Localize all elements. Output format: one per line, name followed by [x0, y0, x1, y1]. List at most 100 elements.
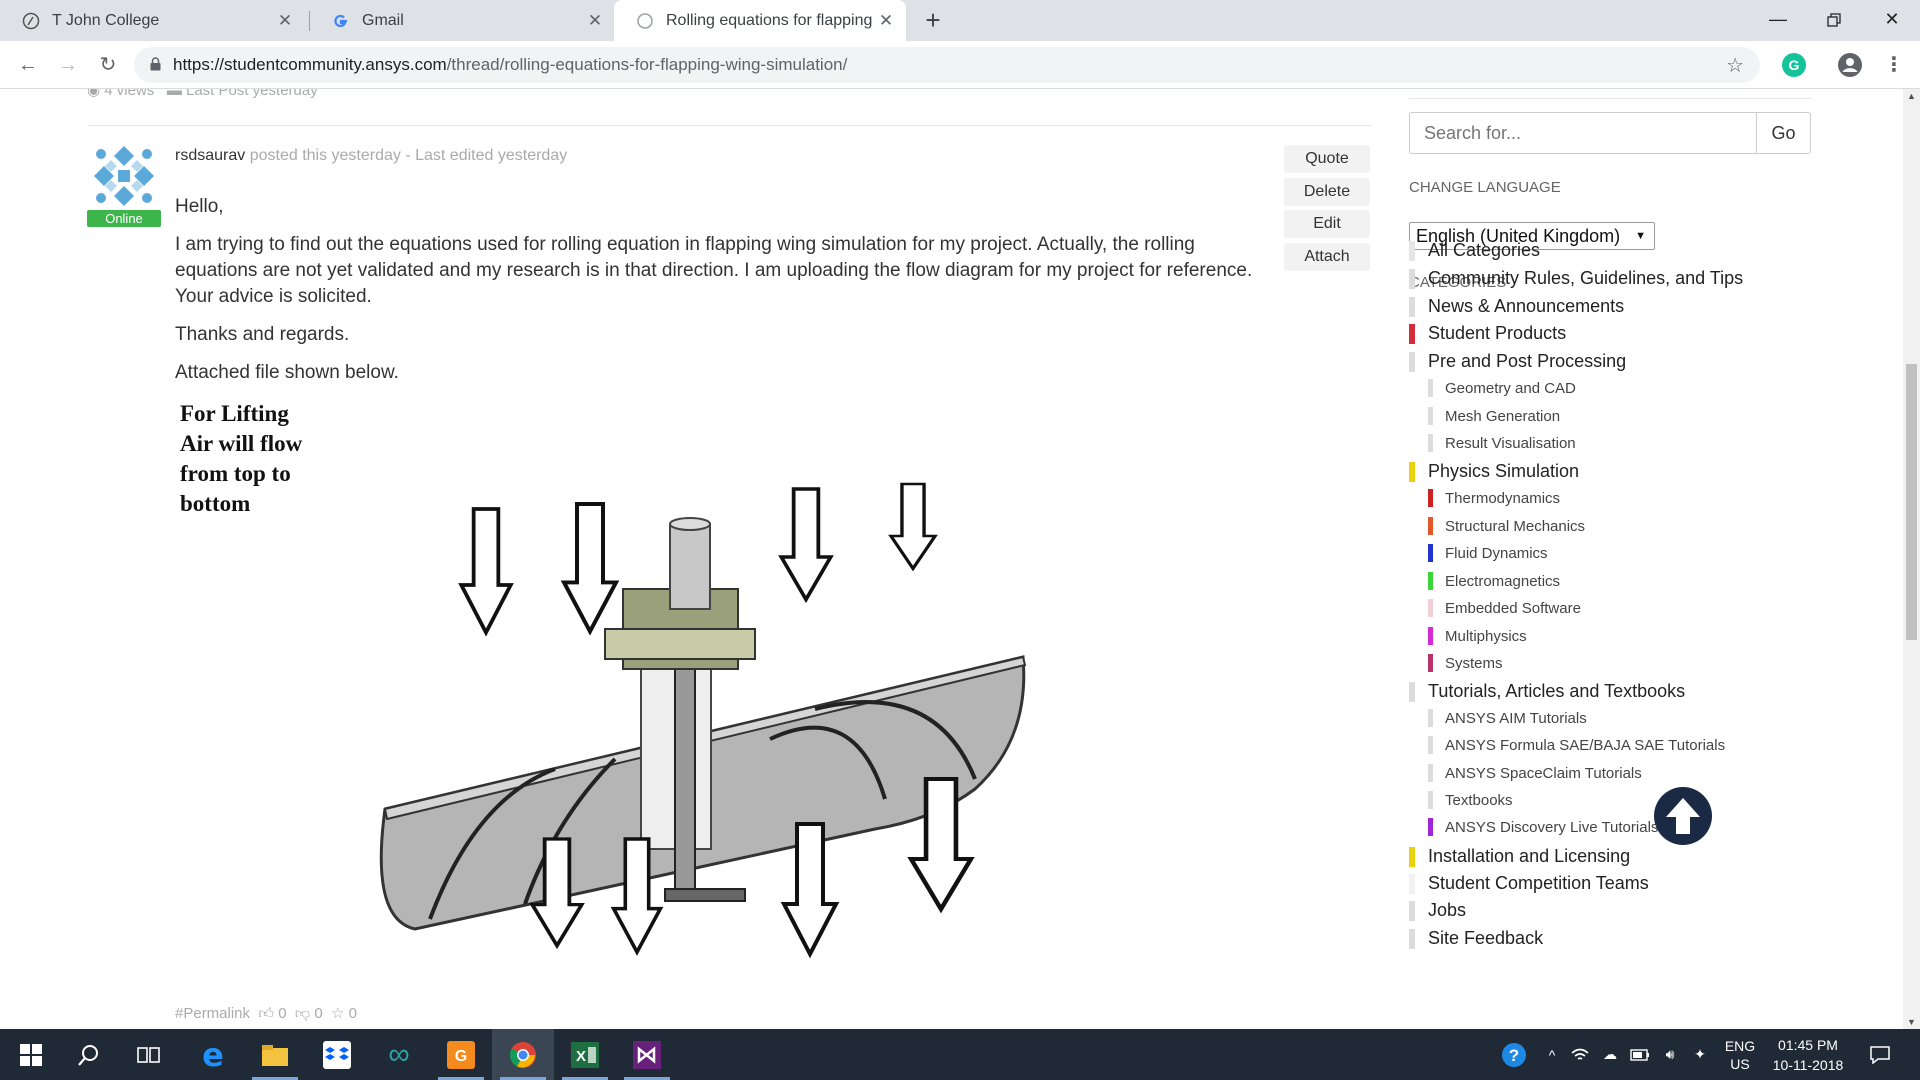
reload-icon[interactable]: ↻ [92, 49, 124, 81]
category-item[interactable]: News & Announcements [1409, 296, 1624, 317]
category-item[interactable]: Community Rules, Guidelines, and Tips [1409, 268, 1743, 289]
category-item[interactable]: Systems [1428, 654, 1503, 672]
scroll-down-icon[interactable]: ▼ [1903, 1017, 1920, 1027]
category-label: Fluid Dynamics [1445, 544, 1548, 562]
pdf-app-icon[interactable]: G [430, 1029, 492, 1080]
search-icon[interactable] [58, 1029, 120, 1080]
category-label: Pre and Post Processing [1428, 351, 1627, 371]
category-item[interactable]: Result Visualisation [1428, 434, 1576, 452]
address-bar[interactable]: https://studentcommunity.ansys.com/threa… [134, 47, 1760, 83]
grammarly-icon[interactable]: G [1782, 53, 1806, 77]
clock[interactable]: 01:45 PM 10-11-2018 [1766, 1029, 1850, 1080]
wifi-icon[interactable] [1566, 1029, 1594, 1080]
post-paragraph: Attached file shown below. [175, 362, 399, 383]
forward-icon[interactable]: → [52, 49, 84, 81]
new-tab-button[interactable]: + [918, 6, 948, 36]
category-item[interactable]: All Categories [1409, 240, 1540, 261]
dropbox-tray-icon[interactable]: ✦ [1686, 1029, 1714, 1080]
minimize-icon[interactable]: — [1750, 0, 1806, 41]
thread-meta: ◉ 4 views ▬ Last Post yesterday [87, 89, 318, 99]
avatar[interactable] [87, 144, 161, 208]
help-icon[interactable]: ? [1498, 1029, 1530, 1080]
category-item[interactable]: Textbooks [1428, 791, 1513, 809]
close-window-icon[interactable]: ✕ [1864, 0, 1920, 41]
category-item[interactable]: ANSYS Discovery Live Tutorials [1428, 818, 1658, 836]
back-icon[interactable]: ← [12, 49, 44, 81]
volume-icon[interactable]: 🔊︎ [1656, 1029, 1684, 1080]
windows-taskbar: e ∞ G X ? ^ ☁ 🔊︎ ✦ ENG US 01:45 PM 10-11… [0, 1029, 1920, 1080]
category-item[interactable]: Geometry and CAD [1428, 379, 1576, 397]
visual-studio-icon[interactable] [616, 1029, 678, 1080]
category-item[interactable]: Student Competition Teams [1409, 873, 1649, 894]
category-color-bar [1409, 351, 1415, 372]
category-item[interactable]: Embedded Software [1428, 599, 1581, 617]
task-view-icon[interactable] [118, 1029, 180, 1080]
attach-button[interactable]: Attach [1284, 243, 1370, 271]
close-tab-icon[interactable]: ✕ [583, 11, 607, 31]
onedrive-icon[interactable]: ☁ [1596, 1029, 1624, 1080]
close-tab-icon[interactable]: ✕ [874, 11, 898, 31]
thumbs-up-icon[interactable]: 👍︎ [258, 1005, 274, 1022]
category-item[interactable]: Tutorials, Articles and Textbooks [1409, 681, 1685, 702]
category-color-bar [1409, 928, 1415, 949]
category-item[interactable]: Pre and Post Processing [1409, 351, 1626, 372]
start-icon[interactable] [0, 1029, 62, 1080]
category-item[interactable]: Structural Mechanics [1428, 517, 1585, 535]
tab-rolling-equations[interactable]: Rolling equations for flapping wi ✕ [614, 0, 906, 41]
category-item[interactable]: Student Products [1409, 323, 1566, 344]
category-item[interactable]: Physics Simulation [1409, 461, 1579, 482]
bookmark-star-icon[interactable]: ☆ [1726, 53, 1744, 78]
category-item[interactable]: Installation and Licensing [1409, 846, 1630, 867]
category-label: News & Announcements [1428, 296, 1625, 316]
edit-button[interactable]: Edit [1284, 210, 1370, 238]
category-item[interactable]: ANSYS AIM Tutorials [1428, 709, 1587, 727]
attached-flow-diagram[interactable]: For Lifting Air will flow from top to bo… [175, 399, 1055, 979]
quote-button[interactable]: Quote [1284, 145, 1370, 173]
post-paragraph: Thanks and regards. [175, 324, 350, 345]
page-scrollbar[interactable]: ▲ ▼ [1903, 89, 1920, 1029]
category-item[interactable]: Mesh Generation [1428, 407, 1560, 425]
edge-icon[interactable]: e [182, 1029, 244, 1080]
close-tab-icon[interactable]: ✕ [273, 11, 297, 31]
excel-icon[interactable]: X [554, 1029, 616, 1080]
input-language[interactable]: ENG US [1718, 1029, 1762, 1080]
category-color-bar [1409, 873, 1415, 894]
category-item[interactable]: Site Feedback [1409, 928, 1543, 949]
profile-icon[interactable] [1838, 53, 1862, 77]
category-color-bar [1428, 764, 1433, 782]
notifications-icon[interactable] [1862, 1029, 1898, 1080]
airflow-arrow-icon [779, 487, 833, 602]
author-name[interactable]: rsdsaurav [175, 147, 245, 164]
category-item[interactable]: Multiphysics [1428, 627, 1527, 645]
scroll-up-icon[interactable]: ▲ [1903, 91, 1920, 101]
category-item[interactable]: ANSYS Formula SAE/BAJA SAE Tutorials [1428, 736, 1725, 754]
divider [87, 125, 1372, 126]
airflow-arrow-icon [889, 482, 937, 571]
category-item[interactable]: ANSYS SpaceClaim Tutorials [1428, 764, 1642, 782]
menu-kebab-icon[interactable]: ⋮ [1882, 53, 1906, 77]
arduino-icon[interactable]: ∞ [368, 1029, 430, 1080]
star-icon[interactable]: ☆ [331, 1005, 344, 1022]
category-item[interactable]: Jobs [1409, 900, 1466, 921]
chrome-icon[interactable] [492, 1029, 554, 1080]
dropbox-icon[interactable] [306, 1029, 368, 1080]
back-to-top-button[interactable] [1654, 787, 1712, 845]
category-color-bar [1428, 736, 1433, 754]
category-label: Site Feedback [1428, 928, 1544, 948]
chevron-up-icon[interactable]: ^ [1538, 1029, 1566, 1080]
search-go-button[interactable]: Go [1757, 112, 1811, 154]
search-input[interactable] [1409, 112, 1757, 154]
tab-gmail[interactable]: Gmail ✕ [310, 0, 615, 41]
scroll-thumb[interactable] [1906, 364, 1917, 640]
tab-t-john-college[interactable]: T John College ✕ [0, 0, 305, 41]
category-item[interactable]: Fluid Dynamics [1428, 544, 1548, 562]
permalink-link[interactable]: #Permalink [175, 1005, 250, 1022]
restore-icon[interactable] [1806, 0, 1862, 41]
file-explorer-icon[interactable] [244, 1029, 306, 1080]
battery-icon[interactable] [1626, 1029, 1654, 1080]
views-count: 4 views [104, 89, 155, 99]
category-item[interactable]: Electromagnetics [1428, 572, 1560, 590]
category-item[interactable]: Thermodynamics [1428, 489, 1560, 507]
delete-button[interactable]: Delete [1284, 178, 1370, 206]
thumbs-down-icon[interactable]: 👎︎ [295, 1005, 310, 1022]
